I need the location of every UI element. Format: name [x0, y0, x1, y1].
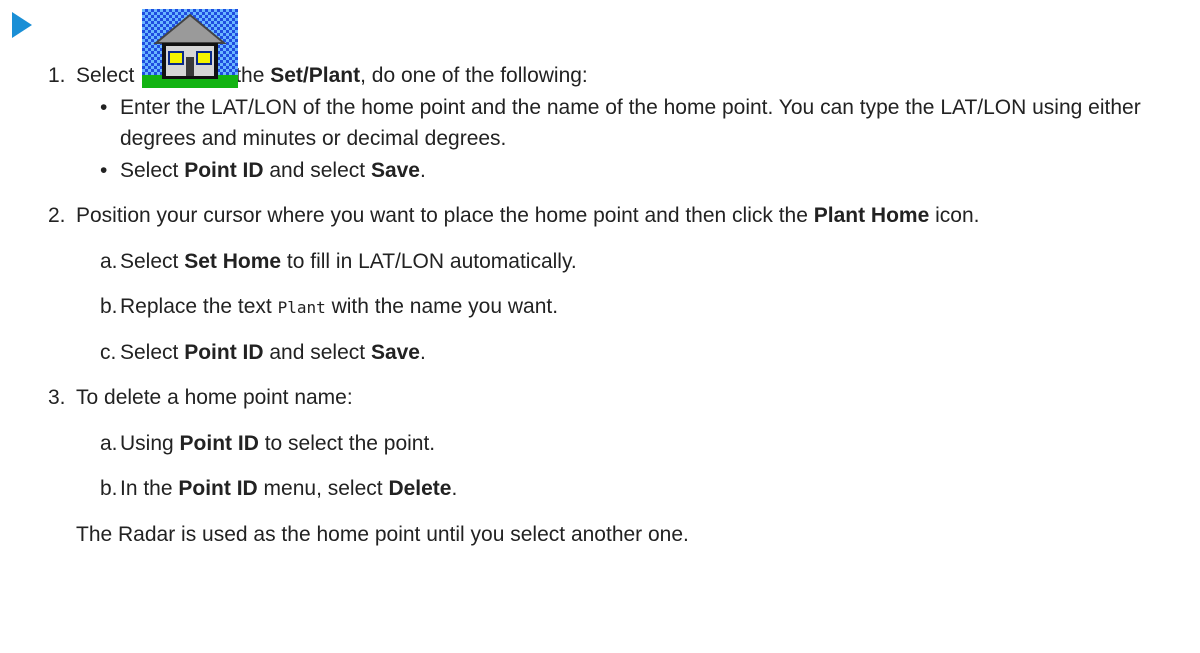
step-2-substep-a: a. Select Set Home to fill in LAT/LON au… [100, 246, 1188, 278]
step-3-substeps: a. Using Point ID to select the point. b… [76, 428, 1188, 505]
expand-arrow-icon[interactable] [12, 12, 32, 38]
step-1-after: , do one of the following: [360, 64, 588, 87]
step-1-bullet-1: Enter the LAT/LON of the home point and … [100, 92, 1188, 155]
step-3-substep-a-letter: a. [100, 431, 118, 455]
step-2-text: Position your cursor where you want to p… [76, 200, 1188, 232]
step-3-substep-a-bold: Point ID [179, 431, 259, 455]
step-1-bullets: Enter the LAT/LON of the home point and … [76, 92, 1188, 187]
step-2-number: 2. [48, 204, 66, 227]
step-2-substep-c-bold2: Save [370, 340, 420, 364]
step-1-before: Select [76, 64, 141, 87]
step-3-substep-a-before: Using [120, 431, 180, 455]
step-2-substep-a-before: Select [120, 249, 185, 273]
step-3-note: The Radar is used as the home point unti… [76, 522, 689, 546]
step-3-substep-b-bold1: Point ID [178, 477, 258, 500]
step-3-substep-b-after: . [451, 477, 458, 500]
step-3-text: To delete a home point name: [76, 386, 353, 409]
step-1-bullet-2-bold1: Point ID [184, 158, 264, 182]
step-1-number: 1. [48, 64, 66, 87]
step-1-bullet-2-before: Select [120, 158, 185, 182]
step-1-bullet-2: Select Point ID and select Save. [100, 155, 1188, 187]
step-2-substep-b-before: Replace the text [120, 295, 278, 318]
step-2-substep-a-bold: Set Home [184, 249, 282, 273]
step-1-bullet-2-bold2: Save [370, 158, 420, 182]
step-2-substep-b-letter: b. [100, 295, 118, 318]
step-2-substeps: a. Select Set Home to fill in LAT/LON au… [76, 246, 1188, 369]
home-point-icon [142, 9, 239, 88]
step-3-substep-a-after: to select the point. [258, 431, 436, 455]
step-3-substep-b-bold2: Delete [388, 477, 452, 500]
step-2-substep-c-before: Select [120, 340, 185, 364]
step-3-substep-b: b. In the Point ID menu, select Delete. [100, 473, 1188, 505]
step-3-substep-b-mid: menu, select [257, 477, 389, 500]
step-1-text: Select . In the Set/Plant, do one of the… [76, 9, 1188, 92]
step-1-bullet-2-mid: and select [263, 158, 371, 182]
step-3-substep-a: a. Using Point ID to select the point. [100, 428, 1188, 460]
step-2-substep-a-letter: a. [100, 249, 118, 273]
step-2-bold: Plant Home [813, 204, 930, 227]
step-1: 1. Select . In the Set/Plant, d [48, 9, 1188, 187]
step-3-substep-b-letter: b. [100, 477, 118, 500]
step-2-substep-c-letter: c. [100, 340, 117, 364]
step-2-before: Position your cursor where you want to p… [76, 204, 814, 227]
step-1-bold: Set/Plant [270, 64, 361, 87]
step-3: 3. To delete a home point name: a. Using… [48, 382, 1188, 550]
step-2-substep-b-after: with the name you want. [325, 295, 559, 318]
step-3-number: 3. [48, 386, 66, 409]
step-1-bullet-2-after: . [419, 158, 426, 182]
step-2: 2. Position your cursor where you want t… [48, 200, 1188, 368]
step-2-substep-b-code: Plant [277, 298, 326, 317]
step-3-substep-b-before: In the [120, 477, 179, 500]
step-2-substep-c-bold1: Point ID [184, 340, 264, 364]
step-2-substep-a-after: to fill in LAT/LON automatically. [281, 249, 577, 273]
step-2-substep-b: b. Replace the text Plant with the name … [100, 291, 1188, 323]
step-1-bullet-1-text: Enter the LAT/LON of the home point and … [120, 95, 1141, 151]
step-2-substep-c-after: . [419, 340, 426, 364]
procedure-steps: 1. Select . In the Set/Plant, d [48, 9, 1188, 550]
step-2-substep-c: c. Select Point ID and select Save. [100, 337, 1188, 369]
step-2-substep-c-mid: and select [263, 340, 371, 364]
step-2-after: icon. [929, 204, 980, 227]
